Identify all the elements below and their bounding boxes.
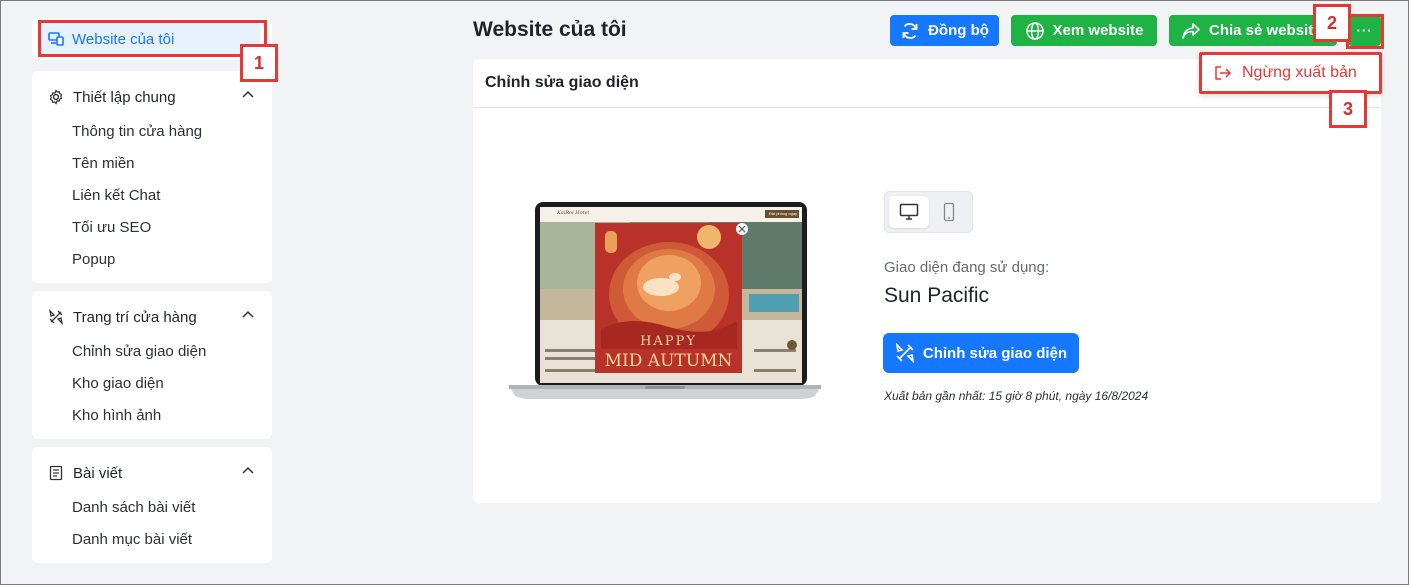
preview-popup-line1: HAPPY	[640, 334, 697, 349]
sidebar-group-title: Thiết lập chung	[73, 88, 176, 106]
sidebar-item-popup[interactable]: Popup	[72, 251, 115, 268]
sidebar-group-title: Bài viết	[73, 464, 123, 482]
logout-icon	[1215, 66, 1232, 80]
article-icon	[47, 464, 65, 482]
gear-icon	[47, 88, 65, 106]
share-website-button[interactable]: Chia sẻ website	[1169, 15, 1337, 46]
sidebar-item-post-categories[interactable]: Danh mục bài viết	[72, 531, 192, 548]
step-marker-3: 3	[1329, 90, 1367, 128]
preview-site-button: Đặt phòng ngay	[768, 211, 798, 216]
sync-icon	[902, 22, 918, 39]
design-tools-icon	[47, 308, 65, 326]
unpublish-menu-item[interactable]: Ngừng xuất bản	[1242, 64, 1357, 82]
highlight-my-website	[38, 20, 267, 57]
desktop-view-button[interactable]	[889, 196, 929, 228]
sync-label: Đồng bộ	[928, 22, 989, 39]
globe-icon	[1025, 21, 1044, 40]
chevron-up-icon[interactable]	[242, 310, 254, 318]
mobile-view-button[interactable]	[929, 196, 969, 228]
sidebar-group-title: Trang trí cửa hàng	[73, 308, 197, 326]
view-website-label: Xem website	[1052, 22, 1144, 39]
sidebar-item-edit-theme[interactable]: Chỉnh sửa giao diện	[72, 343, 206, 360]
share-icon	[1182, 22, 1200, 39]
sidebar-item-image-store[interactable]: Kho hình ảnh	[72, 407, 161, 424]
sidebar-item-theme-store[interactable]: Kho giao diện	[72, 375, 164, 392]
sidebar-group-posts: Bài viết Danh sách bài viết Danh mục bài…	[32, 447, 272, 563]
design-tools-icon	[895, 343, 915, 363]
sidebar-group-general: Thiết lập chung Thông tin cửa hàng Tên m…	[32, 71, 272, 283]
current-theme-name: Sun Pacific	[884, 284, 990, 307]
sidebar-item-seo[interactable]: Tối ưu SEO	[72, 219, 151, 236]
last-published-text: Xuất bản gần nhất: 15 giờ 8 phút, ngày 1…	[884, 389, 1149, 403]
sidebar-item-chat-link[interactable]: Liên kết Chat	[72, 187, 160, 204]
edit-theme-button[interactable]: Chỉnh sửa giao diện	[883, 333, 1079, 373]
sidebar-item-store-info[interactable]: Thông tin cửa hàng	[72, 123, 202, 140]
step-marker-2: 2	[1313, 4, 1351, 42]
sidebar-group-posts-header[interactable]: Bài viết	[32, 453, 272, 493]
sidebar-group-decor: Trang trí cửa hàng Chỉnh sửa giao diện K…	[32, 291, 272, 439]
page-title: Website của tôi	[473, 18, 627, 41]
sync-button[interactable]: Đồng bộ	[890, 15, 999, 46]
highlight-more-button	[1346, 14, 1384, 49]
desktop-icon	[899, 203, 919, 220]
more-options-dropdown: Ngừng xuất bản	[1199, 52, 1382, 94]
share-website-label: Chia sẻ website	[1209, 22, 1322, 39]
view-website-button[interactable]: Xem website	[1011, 15, 1157, 46]
preview-popup-line2: MID AUTUMN	[604, 351, 733, 371]
sidebar-group-decor-header[interactable]: Trang trí cửa hàng	[32, 297, 272, 337]
current-theme-label: Giao diện đang sử dụng:	[884, 259, 1050, 276]
chevron-up-icon[interactable]	[242, 466, 254, 474]
mobile-icon	[943, 202, 955, 222]
step-marker-1: 1	[240, 44, 278, 82]
sidebar-item-post-list[interactable]: Danh sách bài viết	[72, 499, 195, 516]
chevron-up-icon[interactable]	[242, 90, 254, 98]
edit-theme-label: Chỉnh sửa giao diện	[922, 344, 1068, 362]
preview-site-logo: KaiRoi Hotel	[557, 210, 590, 216]
sidebar-item-domain[interactable]: Tên miền	[72, 155, 135, 172]
device-toggle	[884, 191, 973, 233]
sidebar-group-general-header[interactable]: Thiết lập chung	[32, 77, 272, 117]
